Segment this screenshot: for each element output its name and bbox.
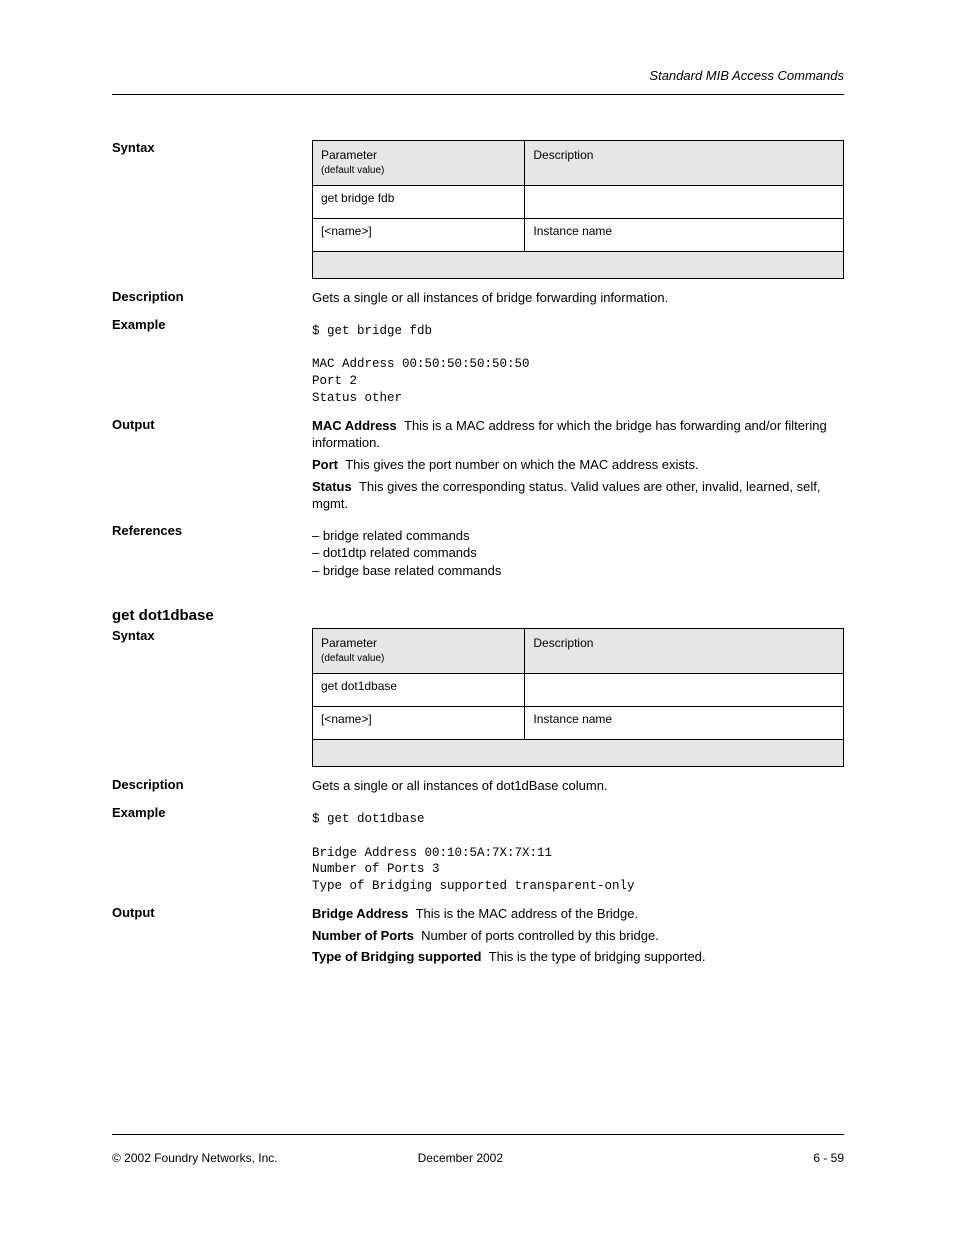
label-output: Output <box>112 905 312 966</box>
syntax-table: Parameter (default value) Description ge… <box>312 140 844 279</box>
label-description: Description <box>112 777 312 795</box>
section-title-get-dot1dbase: get dot1dbase <box>112 607 844 624</box>
example-block: $ get bridge fdb MAC Address 00:50:50:50… <box>312 323 844 407</box>
label-output: Output <box>112 417 312 513</box>
label-syntax: Syntax <box>112 628 312 767</box>
page-content: Syntax Parameter (default value) Descrip… <box>112 140 844 976</box>
label-references: References <box>112 523 312 580</box>
example-row: Example $ get bridge fdb MAC Address 00:… <box>112 317 844 407</box>
th-description: Description <box>525 629 844 674</box>
example-block: $ get dot1dbase Bridge Address 00:10:5A:… <box>312 811 844 895</box>
output-row: Output Bridge Address This is the MAC ad… <box>112 905 844 966</box>
th-parameter: Parameter (default value) <box>313 629 525 674</box>
table-footnote <box>313 740 844 767</box>
running-head: Standard MIB Access Commands <box>649 68 844 83</box>
label-example: Example <box>112 317 312 407</box>
syntax-row: Syntax Parameter (default value) Descrip… <box>112 140 844 279</box>
page-number: 6 - 59 <box>813 1151 844 1165</box>
label-description: Description <box>112 289 312 307</box>
th-parameter: Parameter (default value) <box>313 141 525 186</box>
output-defs: Bridge Address This is the MAC address o… <box>312 905 844 966</box>
output-defs: MAC Address This is a MAC address for wh… <box>312 417 844 513</box>
rule-bottom <box>112 1134 844 1135</box>
label-example: Example <box>112 805 312 895</box>
syntax-table: Parameter (default value) Description ge… <box>312 628 844 767</box>
table-row: [<name>] Instance name <box>313 707 844 740</box>
example-row: Example $ get dot1dbase Bridge Address 0… <box>112 805 844 895</box>
rule-top <box>112 94 844 95</box>
th-description: Description <box>525 141 844 186</box>
output-row: Output MAC Address This is a MAC address… <box>112 417 844 513</box>
table-footnote <box>313 252 844 279</box>
description-row: Description Gets a single or all instanc… <box>112 777 844 795</box>
description-text: Gets a single or all instances of dot1dB… <box>312 777 844 795</box>
label-syntax: Syntax <box>112 140 312 279</box>
table-row: get dot1dbase <box>313 674 844 707</box>
references-list: bridge related commands dot1dtp related … <box>312 527 844 580</box>
footer-left: © 2002 Foundry Networks, Inc. December 2… <box>112 1151 503 1165</box>
references-row: References bridge related commands dot1d… <box>112 523 844 580</box>
table-row: [<name>] Instance name <box>313 219 844 252</box>
syntax-row: Syntax Parameter (default value) Descrip… <box>112 628 844 767</box>
table-row: get bridge fdb <box>313 186 844 219</box>
description-row: Description Gets a single or all instanc… <box>112 289 844 307</box>
description-text: Gets a single or all instances of bridge… <box>312 289 844 307</box>
